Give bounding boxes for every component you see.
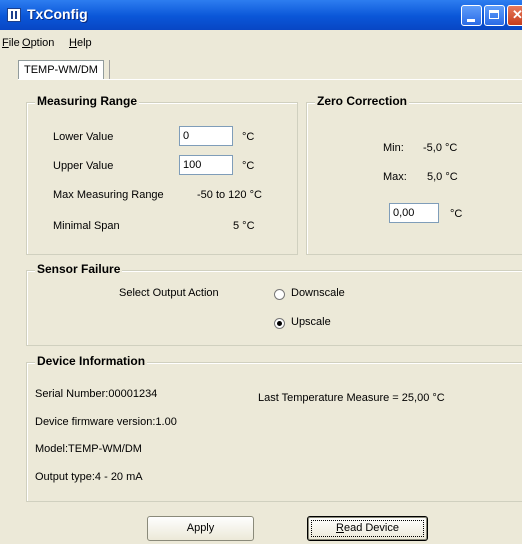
- menu-option[interactable]: Option: [22, 37, 54, 49]
- zero-correction-group: Zero Correction Min: -5,0 °C Max: 5,0 °C…: [306, 94, 522, 255]
- read-device-button[interactable]: Read Device: [307, 516, 428, 541]
- upscale-radio[interactable]: [274, 318, 285, 329]
- menu-option-label: ption: [30, 37, 55, 49]
- output-type: Output type:4 - 20 mA: [35, 471, 143, 483]
- zero-correction-title: Zero Correction: [315, 94, 410, 108]
- zero-max-label: Max:: [383, 171, 407, 183]
- tab-panel: Measuring Range Lower Value 0 °C Upper V…: [18, 79, 522, 542]
- device-model: Model:TEMP-WM/DM: [35, 443, 142, 455]
- lower-value-label: Lower Value: [53, 131, 114, 143]
- measuring-range-group: Measuring Range Lower Value 0 °C Upper V…: [26, 94, 298, 255]
- menu-option-mnemonic: O: [22, 37, 31, 49]
- max-range-value: -50 to 120 °C: [197, 189, 262, 201]
- menu-file-mnemonic: F: [2, 37, 9, 49]
- downscale-radio[interactable]: [274, 289, 285, 300]
- device-information-group: Device Information Serial Number:0000123…: [26, 354, 522, 502]
- tab-divider: [109, 60, 110, 80]
- zero-min-label: Min:: [383, 142, 404, 154]
- zero-correction-unit: °C: [450, 208, 463, 220]
- device-information-title: Device Information: [35, 354, 148, 368]
- sensor-failure-title: Sensor Failure: [35, 262, 123, 276]
- close-button[interactable]: [507, 5, 522, 26]
- menu-file-label: ile: [8, 37, 20, 49]
- maximize-button[interactable]: [484, 5, 505, 26]
- title-bar[interactable]: TxConfig: [0, 0, 522, 30]
- window-title: TxConfig: [27, 6, 88, 22]
- zero-min-value: -5,0 °C: [423, 142, 458, 154]
- lower-value-input[interactable]: 0: [179, 126, 233, 146]
- max-range-label: Max Measuring Range: [53, 189, 164, 201]
- read-device-label: ead Device: [343, 522, 399, 534]
- last-temperature-measure: Last Temperature Measure = 25,00 °C: [258, 392, 445, 404]
- read-device-focus: Read Device: [311, 520, 424, 537]
- tab-temp-wm-dm[interactable]: TEMP-WM/DM: [18, 60, 104, 79]
- zero-max-value: 5,0 °C: [427, 171, 458, 183]
- min-span-value: 5 °C: [233, 220, 255, 232]
- minimize-button[interactable]: [461, 5, 482, 26]
- menu-help-mnemonic: H: [69, 37, 77, 49]
- app-icon: [7, 8, 21, 22]
- upscale-label[interactable]: Upscale: [291, 316, 331, 328]
- lower-value-unit: °C: [242, 131, 255, 143]
- zero-correction-input[interactable]: 0,00: [389, 203, 439, 223]
- menu-help-label: elp: [76, 37, 92, 49]
- read-device-mnemonic: R: [336, 522, 344, 534]
- sensor-failure-group: Sensor Failure Select Output Action Down…: [26, 262, 522, 346]
- app-window: TxConfig File Option Help TEMP-WM/DM Mea…: [0, 0, 522, 544]
- apply-button[interactable]: Apply: [147, 516, 254, 541]
- firmware-version: Device firmware version:1.00: [35, 416, 177, 428]
- menu-file[interactable]: File: [2, 37, 20, 49]
- upper-value-label: Upper Value: [53, 160, 114, 172]
- menu-help[interactable]: Help: [69, 37, 92, 49]
- downscale-label[interactable]: Downscale: [291, 287, 345, 299]
- select-output-action-label: Select Output Action: [119, 287, 219, 299]
- upper-value-input[interactable]: 100: [179, 155, 233, 175]
- upper-value-unit: °C: [242, 160, 255, 172]
- min-span-label: Minimal Span: [53, 220, 120, 232]
- serial-number: Serial Number:00001234: [35, 388, 158, 400]
- measuring-range-title: Measuring Range: [35, 94, 140, 108]
